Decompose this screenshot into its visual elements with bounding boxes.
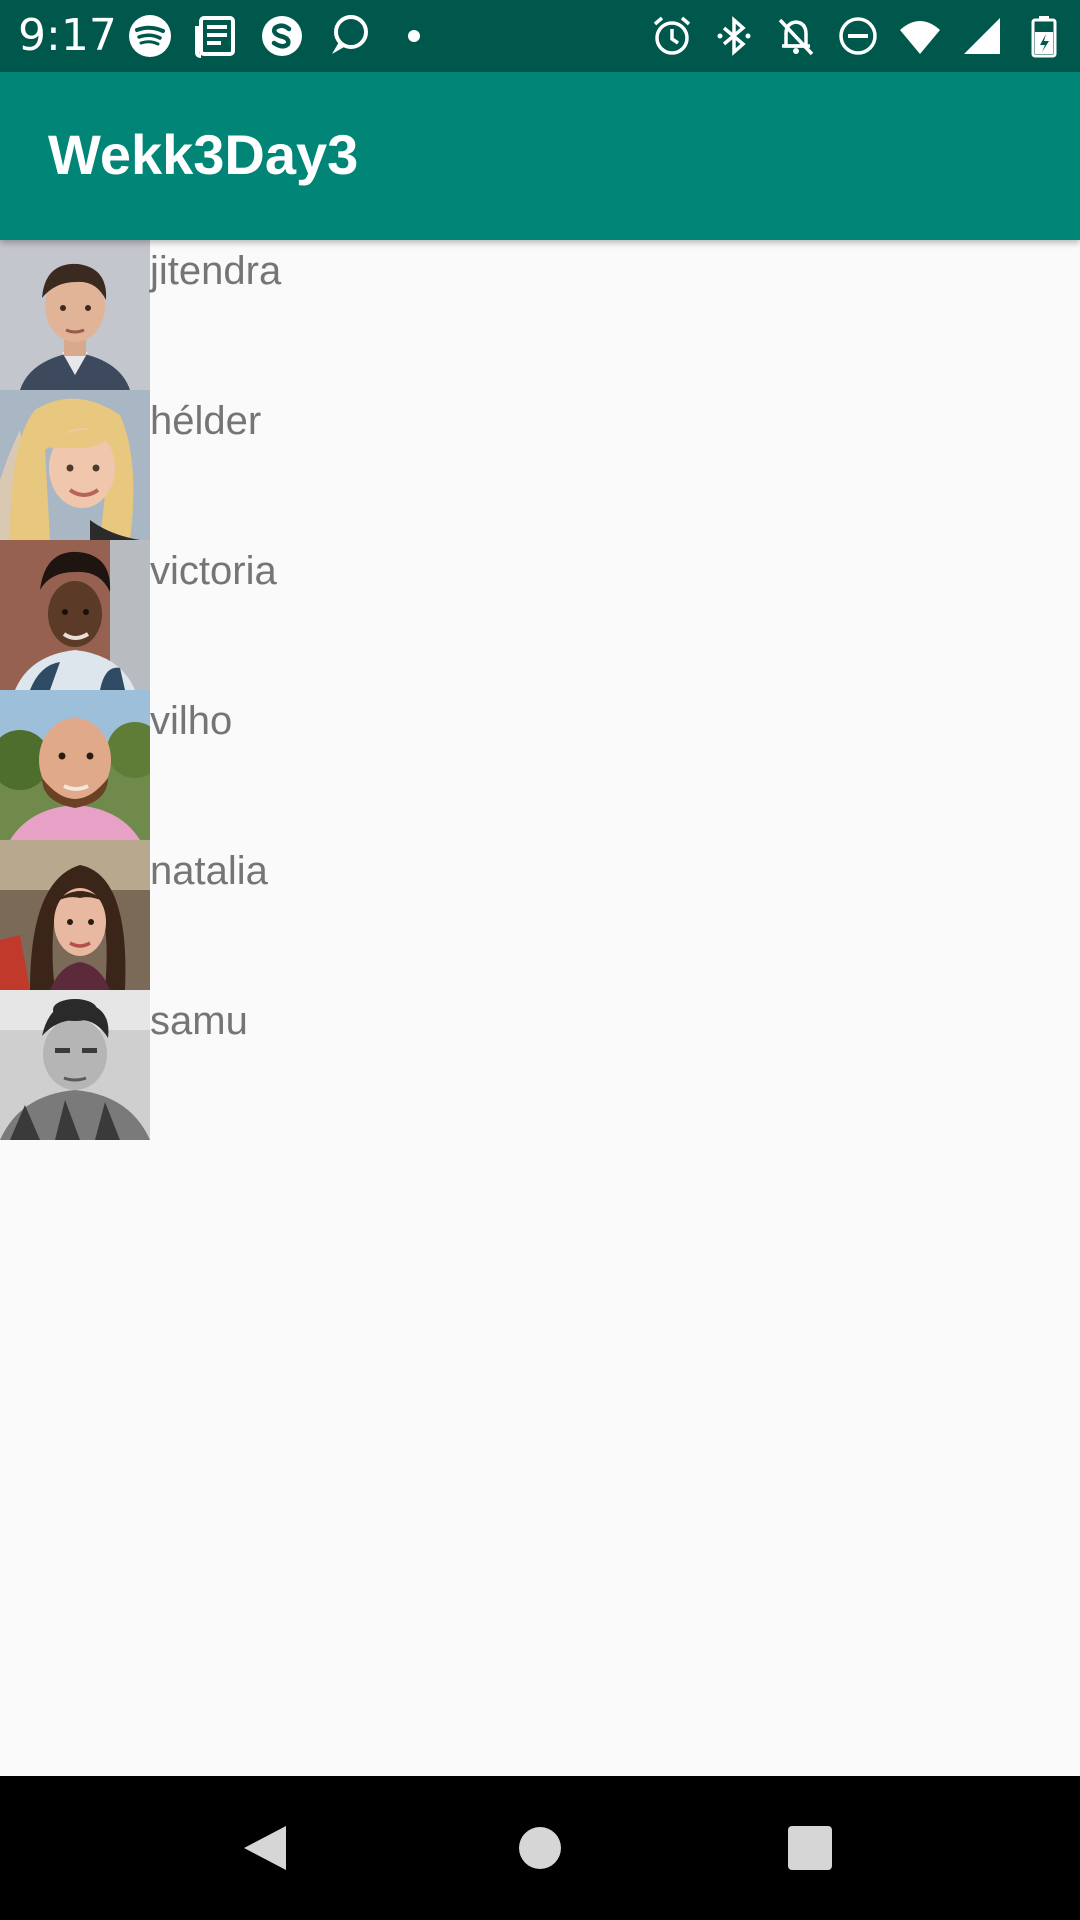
contact-list: jitendra hélder victoria vilho natalia s… xyxy=(0,240,1080,1140)
bluetooth-icon xyxy=(712,14,756,58)
list-item[interactable]: vilho xyxy=(0,690,1080,840)
signal-icon xyxy=(960,14,1004,58)
list-item[interactable]: victoria xyxy=(0,540,1080,690)
recents-icon[interactable] xyxy=(774,1812,846,1884)
app-title: Wekk3Day3 xyxy=(48,123,359,186)
list-item[interactable]: natalia xyxy=(0,840,1080,990)
contact-name: hélder xyxy=(150,399,262,443)
list-item[interactable]: jitendra xyxy=(0,240,1080,390)
status-time: 9:17 xyxy=(18,10,117,61)
spotify-icon xyxy=(126,12,174,60)
avatar xyxy=(0,540,150,690)
contact-name: natalia xyxy=(150,849,268,893)
home-icon[interactable] xyxy=(504,1812,576,1884)
screen: 9:17 Wekk3Day3 jitendra hélder victoria … xyxy=(0,0,1080,1920)
notifications-off-icon xyxy=(774,14,818,58)
skype-icon xyxy=(258,12,306,60)
do-not-disturb-icon xyxy=(836,14,880,58)
contact-name: vilho xyxy=(150,699,233,743)
avatar xyxy=(0,240,150,390)
alarm-icon xyxy=(650,14,694,58)
list-item[interactable]: hélder xyxy=(0,390,1080,540)
avatar xyxy=(0,390,150,540)
wifi-icon xyxy=(898,14,942,58)
back-icon[interactable] xyxy=(230,1812,302,1884)
avatar xyxy=(0,690,150,840)
app-bar: Wekk3Day3 xyxy=(0,72,1080,240)
battery-icon xyxy=(1022,14,1066,58)
contact-name: jitendra xyxy=(150,249,282,293)
dot-icon xyxy=(390,12,438,60)
list-item[interactable]: samu xyxy=(0,990,1080,1140)
contact-name: victoria xyxy=(150,549,277,593)
news-icon xyxy=(192,12,240,60)
contact-name: samu xyxy=(150,999,248,1043)
avatar xyxy=(0,990,150,1140)
status-right-icons xyxy=(632,12,1066,60)
nav-bar xyxy=(0,1776,1080,1920)
status-bar: 9:17 xyxy=(0,0,1080,72)
chat-icon xyxy=(324,12,372,60)
status-left-icons xyxy=(126,12,456,60)
avatar xyxy=(0,840,150,990)
